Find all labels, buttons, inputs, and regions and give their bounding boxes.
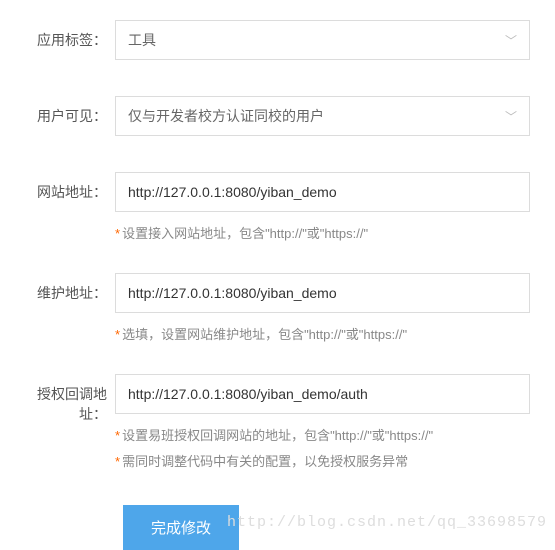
callback-url-label: 授权回调地址： [10,374,115,474]
user-visible-label: 用户可见： [10,96,115,136]
site-url-label: 网站地址： [10,172,115,245]
watermark-text: http://blog.csdn.net/qq_33698579 [227,514,547,531]
chevron-down-icon: ﹀ [505,32,517,49]
site-url-hint: *设置接入网站地址，包含"http://"或"https://" [115,224,530,245]
site-url-input[interactable] [115,172,530,212]
submit-button[interactable]: 完成修改 [123,505,239,550]
app-tag-label: 应用标签： [10,20,115,60]
maintain-url-hint: *选填，设置网站维护地址，包含"http://"或"https://" [115,325,530,346]
callback-url-input[interactable] [115,374,530,414]
chevron-down-icon: ﹀ [505,108,517,125]
maintain-url-input[interactable] [115,273,530,313]
user-visible-value: 仅与开发者校方认证同校的用户 [128,106,324,126]
user-visible-select[interactable]: 仅与开发者校方认证同校的用户 ﹀ [115,96,530,136]
callback-url-hint1: *设置易班授权回调网站的地址，包含"http://"或"https://" [115,426,530,447]
maintain-url-label: 维护地址： [10,273,115,346]
callback-url-hint2: *需同时调整代码中有关的配置，以免授权服务异常 [115,452,530,473]
app-tag-select[interactable]: 工具 ﹀ [115,20,530,60]
app-tag-value: 工具 [128,30,156,50]
